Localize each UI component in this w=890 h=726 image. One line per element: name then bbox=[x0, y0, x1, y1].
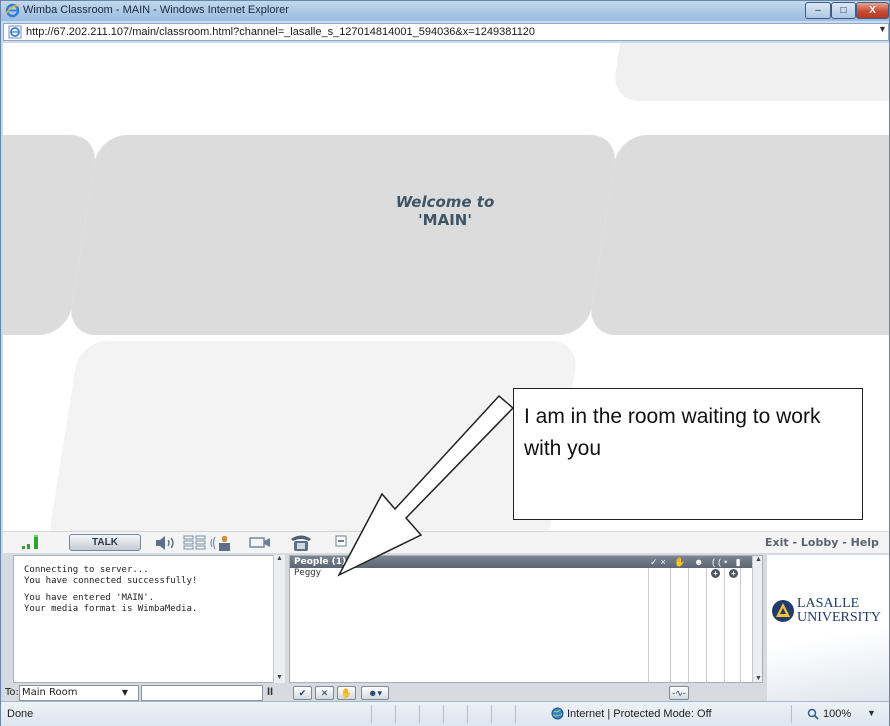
status-divider bbox=[791, 705, 792, 723]
page-content: Welcome to 'MAIN' I am in the room waiti… bbox=[3, 43, 889, 701]
title-bar: Wimba Classroom - MAIN - Windows Interne… bbox=[1, 1, 889, 21]
ie-logo-icon bbox=[5, 3, 20, 18]
url-field[interactable]: http://67.202.211.107/main/classroom.htm… bbox=[26, 26, 535, 38]
address-dropdown-icon[interactable]: ▼ bbox=[878, 24, 887, 34]
address-bar[interactable]: http://67.202.211.107/main/classroom.htm… bbox=[3, 23, 889, 41]
status-divider bbox=[491, 705, 492, 723]
page-icon bbox=[8, 25, 22, 39]
annotation-callout: I am in the room waiting to work with yo… bbox=[513, 388, 863, 520]
zoom-level[interactable]: 100% bbox=[823, 708, 851, 720]
maximize-button[interactable]: □ bbox=[831, 2, 856, 19]
globe-icon bbox=[551, 707, 564, 720]
status-text: Done bbox=[7, 708, 34, 720]
browser-window: Wimba Classroom - MAIN - Windows Interne… bbox=[0, 0, 890, 726]
minimize-button[interactable]: – bbox=[805, 2, 831, 19]
status-divider bbox=[443, 705, 444, 723]
status-divider bbox=[515, 705, 516, 723]
status-bar: Done Internet | Protected Mode: Off 100%… bbox=[1, 701, 889, 726]
callout-text: I am in the room waiting to work with yo… bbox=[524, 405, 821, 460]
close-button[interactable]: X bbox=[856, 2, 889, 19]
security-zone: Internet | Protected Mode: Off bbox=[567, 708, 712, 720]
window-title: Wimba Classroom - MAIN - Windows Interne… bbox=[23, 4, 289, 16]
status-divider bbox=[395, 705, 396, 723]
callout-arrow bbox=[337, 394, 515, 577]
status-divider bbox=[419, 705, 420, 723]
zoom-dropdown-icon[interactable]: ▼ bbox=[867, 708, 876, 718]
status-divider bbox=[371, 705, 372, 723]
zoom-icon[interactable] bbox=[807, 708, 819, 720]
status-divider bbox=[467, 705, 468, 723]
